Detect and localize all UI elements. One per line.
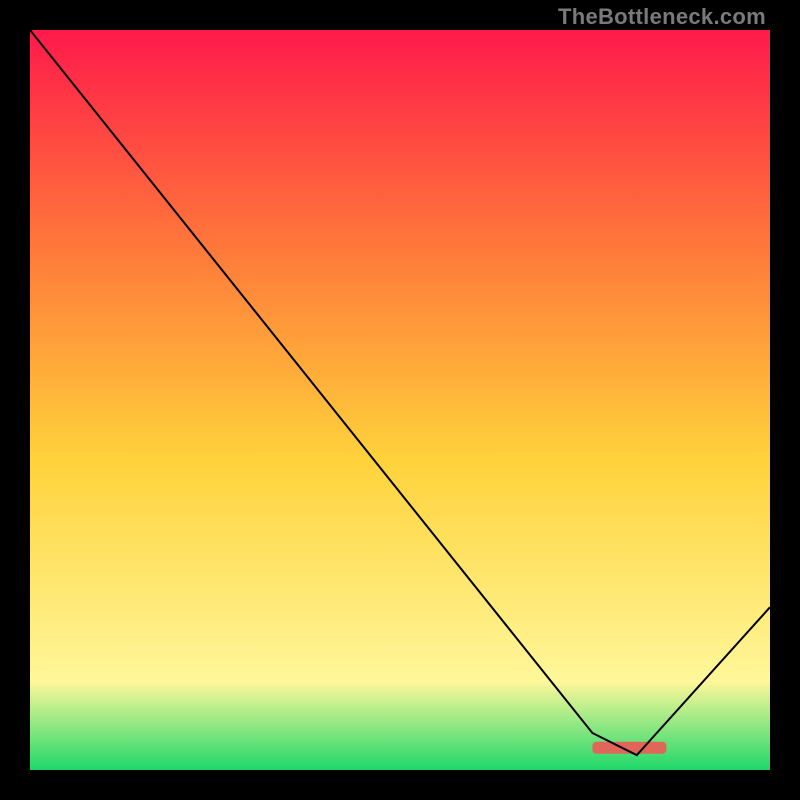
watermark-text: TheBottleneck.com <box>558 4 766 30</box>
chart-svg <box>30 30 770 770</box>
chart-container: TheBottleneck.com <box>0 0 800 800</box>
gradient-background <box>30 30 770 770</box>
plot-area <box>30 30 770 770</box>
